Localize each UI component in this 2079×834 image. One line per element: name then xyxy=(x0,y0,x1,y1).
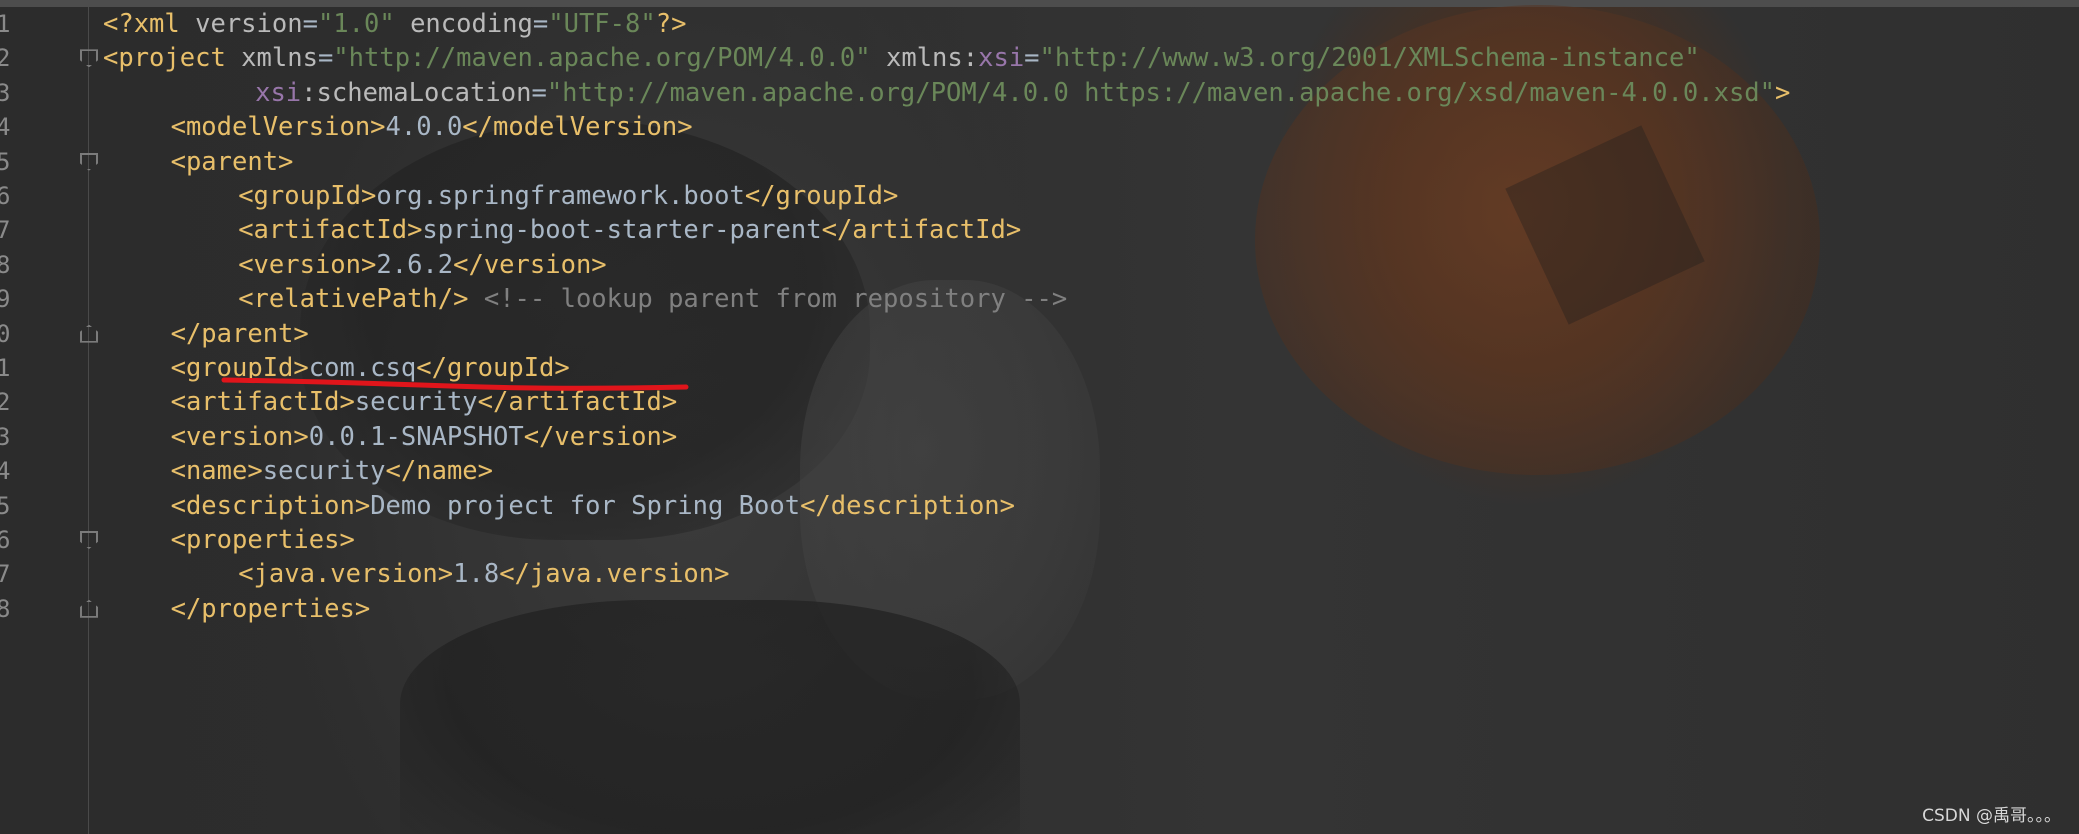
code-text: </properties> xyxy=(170,593,371,624)
fold-collapse-icon[interactable] xyxy=(80,152,98,171)
background-person-jacket xyxy=(400,600,1020,834)
fold-end-icon[interactable] xyxy=(80,599,98,618)
code-line[interactable]: 8 </properties> xyxy=(0,587,2079,632)
code-editor[interactable]: 1 <?xml version="1.0" encoding="UTF-8"?> 2… xyxy=(0,0,2079,834)
fold-collapse-icon[interactable] xyxy=(80,49,98,68)
fold-end-icon[interactable] xyxy=(80,324,98,343)
fold-collapse-icon[interactable] xyxy=(80,531,98,549)
watermark: CSDN @禹哥。。。 xyxy=(1922,806,2061,826)
line-number: 8 xyxy=(0,594,11,623)
